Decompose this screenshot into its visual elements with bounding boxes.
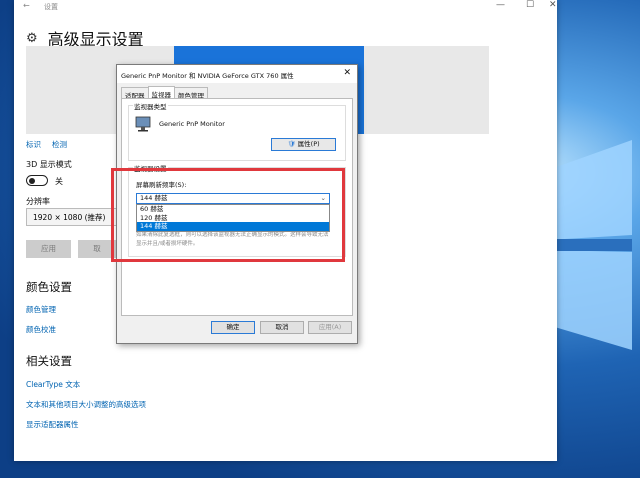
- monitor-icon: [135, 116, 151, 132]
- color-management-link[interactable]: 颜色管理: [26, 304, 56, 315]
- settings-title: 设置: [44, 3, 58, 11]
- dialog-cancel-button[interactable]: 取消: [260, 321, 304, 334]
- red-highlight-box: [111, 168, 345, 262]
- properties-button-label: 属性(P): [297, 140, 320, 148]
- dialog-title: Generic PnP Monitor 和 NVIDIA GeForce GTX…: [121, 72, 294, 80]
- detect-link[interactable]: 检测: [52, 139, 67, 150]
- dialog-titlebar: Generic PnP Monitor 和 NVIDIA GeForce GTX…: [117, 65, 357, 83]
- 3d-mode-label: 3D 显示模式: [26, 160, 72, 169]
- monitor-type-group: 监视器类型 Generic PnP Monitor 🛡 属性(P): [128, 101, 346, 161]
- identify-link[interactable]: 标识: [26, 139, 41, 150]
- related-settings-heading: 相关设置: [26, 354, 72, 368]
- monitor-name: Generic PnP Monitor: [159, 120, 225, 128]
- adapter-properties-link[interactable]: 显示适配器属性: [26, 419, 79, 430]
- dialog-apply-button[interactable]: 应用(A): [308, 321, 352, 334]
- 3d-mode-toggle[interactable]: [26, 175, 48, 186]
- monitor-type-label: 监视器类型: [133, 101, 168, 111]
- maximize-icon[interactable]: ☐: [526, 0, 534, 10]
- back-arrow-icon[interactable]: ←: [23, 1, 30, 10]
- dialog-close-icon[interactable]: ✕: [343, 68, 351, 78]
- close-icon[interactable]: ✕: [549, 0, 557, 10]
- color-calibration-link[interactable]: 颜色校准: [26, 324, 56, 335]
- shield-icon: 🛡: [287, 140, 296, 148]
- apply-button[interactable]: 应用: [26, 240, 71, 258]
- resolution-dropdown[interactable]: 1920 × 1080 (推荐): [26, 208, 121, 226]
- advanced-sizing-link[interactable]: 文本和其他项目大小调整的高级选项: [26, 399, 146, 410]
- monitor-properties-button[interactable]: 🛡 属性(P): [271, 138, 336, 151]
- windows-logo: [548, 140, 632, 350]
- gear-icon: ⚙: [26, 30, 38, 46]
- resolution-label: 分辨率: [26, 197, 50, 206]
- color-settings-heading: 颜色设置: [26, 280, 72, 294]
- 3d-mode-state: 关: [55, 177, 63, 186]
- ok-button[interactable]: 确定: [211, 321, 255, 334]
- minimize-icon[interactable]: —: [496, 0, 505, 10]
- cleartype-link[interactable]: ClearType 文本: [26, 379, 80, 390]
- settings-titlebar: ← 设置 — ☐ ✕: [14, 0, 557, 13]
